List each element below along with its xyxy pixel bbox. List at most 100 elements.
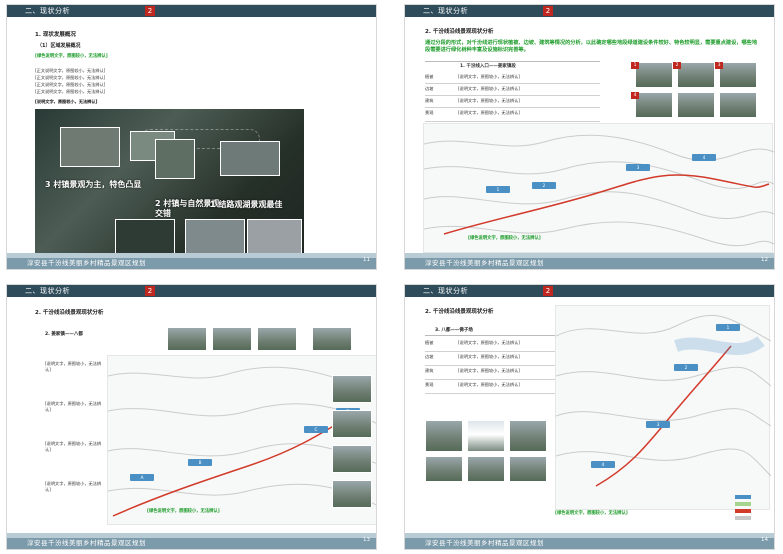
table-row: 景观 [说明文字，原图较小，无法辨认] (425, 108, 600, 122)
section-title: 二、现状分析 (423, 287, 468, 295)
map-marker: 1 (716, 324, 740, 331)
row-value: [说明文字，原图较小，无法辨认] (458, 98, 520, 103)
site-photo (467, 420, 505, 452)
page-footer: 淳安县千汾线美丽乡村精品景观区规划 11 (7, 253, 376, 269)
row-value: [说明文字，原图较小，无法辨认] (458, 86, 520, 91)
page-4: 二、现状分析 2 2. 千汾线沿线景观现状分析 3. 八都——佛子场 植被 [说… (404, 284, 775, 550)
footer-title: 淳安县千汾线美丽乡村精品景观区规划 (27, 539, 146, 547)
photo-badge: 1 (631, 62, 639, 69)
footer-page: 14 (761, 537, 768, 543)
photo-badge: 2 (673, 62, 681, 69)
site-photo (332, 410, 372, 438)
site-photo (332, 375, 372, 403)
map-marker: A (130, 474, 154, 481)
heading-2: （1）区域发展概况 (37, 43, 81, 49)
site-photo (212, 327, 252, 351)
map-marker: 3 (646, 421, 670, 428)
map-marker: 4 (692, 154, 716, 161)
section-number: 2 (543, 286, 553, 296)
section-title: 二、现状分析 (25, 287, 70, 295)
body-line-3: [正文说明文字，原图较小，无法辨认] (35, 82, 106, 87)
page-1: 二、现状分析 2 1. 现状发展概况 （1）区域发展概况 [绿色说明文字，原图较… (6, 4, 377, 270)
row-value: [说明文字，原图较小，无法辨认] (458, 74, 520, 79)
map-marker: C (304, 426, 328, 433)
segment-title: 2. 姜家镇——八都 (45, 332, 83, 337)
map-marker: 4 (591, 461, 615, 468)
presentation-sheet: 二、现状分析 2 1. 现状发展概况 （1）区域发展概况 [绿色说明文字，原图较… (0, 0, 783, 554)
desc-2: [说明文字，原图较小，无法辨认] (45, 401, 102, 412)
segment-table: 1. 千汾线入口——姜家镇段 植被 [说明文字，原图较小，无法辨认] 边坡 [说… (425, 61, 600, 122)
footer-page: 11 (363, 257, 370, 263)
site-photo (425, 456, 463, 482)
route-map: 1 2 3 4 [绿色说明文字，原图较小，无法辨认] (423, 123, 774, 253)
satellite-photo: 3 村镇景观为主，特色凸显 2 村镇与自然景观交错 1 结路观湖景观最佳 (35, 109, 304, 259)
footer-page: 12 (761, 257, 768, 263)
table-row: 边坡 [说明文字，原图较小，无法辨认] (425, 84, 600, 96)
label-a: 3 村镇景观为主，特色凸显 (45, 180, 142, 189)
site-photo (332, 445, 372, 473)
intro-green: [绿色说明文字，原图较小，无法辨认] (35, 54, 108, 59)
desc-3: [说明文字，原图较小，无法辨认] (45, 441, 102, 452)
site-photo (509, 456, 547, 482)
body-line-1: [正文说明文字，原图较小，无法辨认] (35, 68, 106, 73)
site-photo (719, 92, 757, 118)
section-title: 二、现状分析 (423, 7, 468, 15)
page-header: 二、现状分析 2 (405, 5, 774, 17)
page-footer: 淳安县千汾线美丽乡村精品景观区规划 14 (405, 533, 774, 549)
footer-page: 13 (363, 537, 370, 543)
row-key: 植被 (425, 340, 434, 345)
site-photo (467, 456, 505, 482)
table-row: 建筑 [说明文字，原图较小，无法辨认] (425, 96, 600, 108)
summary-text: [说明文字，原图较小，无法辨认] (35, 99, 98, 104)
row-key: 景观 (425, 110, 434, 115)
site-photo (257, 327, 297, 351)
site-photo (167, 327, 207, 351)
map-marker: 3 (626, 164, 650, 171)
heading-1: 2. 千汾线沿线景观现状分析 (35, 310, 104, 316)
label-c: 1 结路观湖景观最佳 (210, 200, 283, 209)
footer-title: 淳安县千汾线美丽乡村精品景观区规划 (27, 259, 146, 267)
page-header: 二、现状分析 2 (7, 5, 376, 17)
footer-title: 淳安县千汾线美丽乡村精品景观区规划 (425, 259, 544, 267)
desc-4: [说明文字，原图较小，无法辨认] (45, 481, 102, 492)
page-footer: 淳安县千汾线美丽乡村精品景观区规划 13 (7, 533, 376, 549)
section-title: 二、现状分析 (25, 7, 70, 15)
page-footer: 淳安县千汾线美丽乡村精品景观区规划 12 (405, 253, 774, 269)
table-row: 植被 [说明文字，原图较小，无法辨认] (425, 72, 600, 84)
map-note: [绿色说明文字，原图较小，无法辨认] (147, 509, 220, 514)
row-key: 建筑 (425, 98, 434, 103)
route-map: 1 2 3 4 (555, 305, 771, 510)
map-marker: 2 (532, 182, 556, 189)
page-3: 二、现状分析 2 2. 千汾线沿线景观现状分析 2. 姜家镇——八都 [说明文字… (6, 284, 377, 550)
site-photo (635, 92, 673, 118)
footer-title: 淳安县千汾线美丽乡村精品景观区规划 (425, 539, 544, 547)
site-photo (332, 480, 372, 508)
map-marker: 1 (486, 186, 510, 193)
heading-1: 2. 千汾线沿线景观现状分析 (425, 29, 494, 35)
heading-1: 1. 现状发展概况 (35, 32, 76, 38)
map-lines (556, 314, 771, 487)
section-number: 2 (145, 286, 155, 296)
row-key: 景观 (425, 382, 434, 387)
section-number: 2 (543, 6, 553, 16)
page-header: 二、现状分析 2 (405, 285, 774, 297)
site-photo (312, 327, 352, 351)
legend-swatch (735, 495, 751, 499)
site-photo (425, 420, 463, 452)
site-photo (719, 62, 757, 88)
site-photo (677, 62, 715, 88)
photo-badge: 4 (631, 92, 639, 99)
body-line-2: [正文说明文字，原图较小，无法辨认] (35, 75, 106, 80)
body-line-4: [正文说明文字，原图较小，无法辨认] (35, 89, 106, 94)
segment-title: 3. 八都——佛子场 (435, 328, 473, 333)
intro-green: 通过分段的形式，对千汾线进行现状植被、边坡、建筑等情况的分析，以此确定哪些地段绿… (425, 40, 758, 53)
site-photo (635, 62, 673, 88)
map-lines (424, 134, 774, 247)
photo-badge: 3 (715, 62, 723, 69)
map-marker: 2 (674, 364, 698, 371)
desc-1: [说明文字，原图较小，无法辨认] (45, 361, 102, 372)
page-header: 二、现状分析 2 (7, 285, 376, 297)
section-number: 2 (145, 6, 155, 16)
map-note: [绿色说明文字，原图较小，无法辨认] (468, 236, 541, 241)
row-key: 边坡 (425, 354, 434, 359)
